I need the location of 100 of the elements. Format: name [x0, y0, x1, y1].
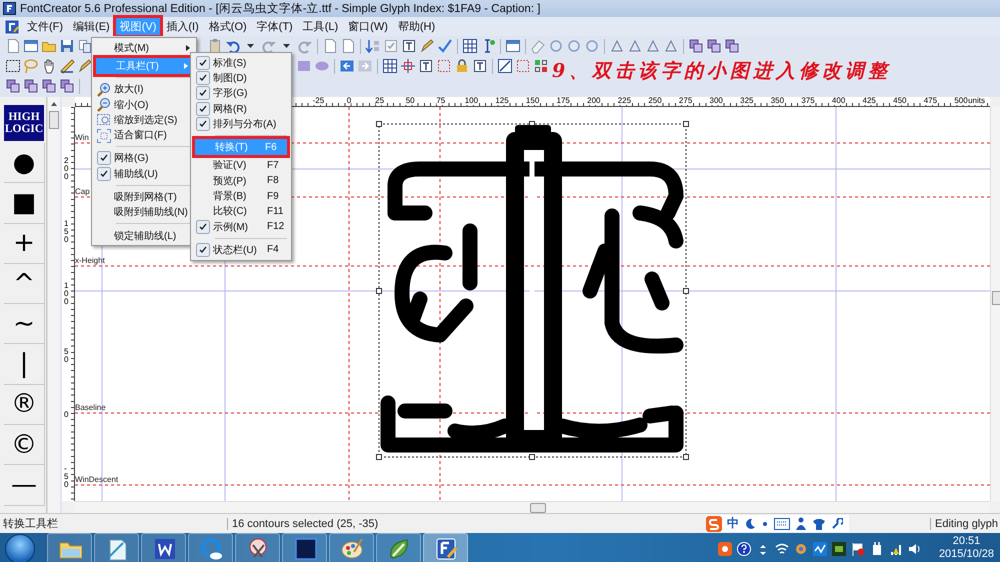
gear-icon[interactable]: [794, 542, 808, 556]
frame-icon[interactable]: [472, 58, 488, 74]
window-icon[interactable]: [23, 38, 39, 54]
menu-item[interactable]: 网格(G): [94, 150, 194, 166]
squares-icon[interactable]: [706, 38, 722, 54]
squares-icon[interactable]: [724, 38, 740, 54]
checkbox[interactable]: [96, 166, 110, 181]
frame-icon[interactable]: [418, 58, 434, 74]
squares-icon[interactable]: [59, 78, 75, 94]
palette-character[interactable]: ■: [4, 183, 45, 224]
scroll-thumb[interactable]: [49, 111, 60, 129]
clock[interactable]: 20:51 2015/10/28: [938, 535, 994, 561]
page-icon[interactable]: [322, 38, 338, 54]
ruler-icon[interactable]: [59, 58, 75, 74]
palette-character[interactable]: ®: [4, 384, 45, 426]
taskbar-button[interactable]: [235, 533, 280, 562]
scrollbar[interactable]: [75, 501, 990, 513]
menu-item[interactable]: 放大(I): [94, 82, 194, 97]
palette-character[interactable]: ●: [4, 143, 45, 184]
menu-item[interactable]: 吸附到网格(T): [94, 189, 194, 205]
menu-item[interactable]: 状态栏(U) F4: [193, 242, 289, 258]
checkbox[interactable]: [196, 220, 210, 234]
keyboard-icon[interactable]: [774, 518, 790, 530]
wrench-icon[interactable]: [831, 518, 843, 530]
palette-character[interactable]: ~: [4, 304, 45, 344]
scroll-thumb[interactable]: [992, 291, 1000, 305]
menu-item[interactable]: 制图(D): [193, 70, 289, 86]
card-icon[interactable]: [832, 542, 846, 556]
palette-character[interactable]: |: [4, 344, 45, 385]
pencil-icon[interactable]: [419, 38, 435, 54]
menu-item[interactable]: 标准(S): [193, 55, 289, 70]
menu-item[interactable]: 背景(B) F9: [193, 188, 289, 204]
grid-icon[interactable]: [382, 58, 398, 74]
grid-icon[interactable]: [462, 38, 478, 54]
triangle-icon[interactable]: [627, 38, 643, 54]
menu-item[interactable]: 锁定辅助线(L): [94, 228, 194, 244]
menu-item[interactable]: 比较(C) F11: [193, 204, 289, 219]
scroll-thumb[interactable]: [530, 503, 546, 513]
dot-icon[interactable]: [761, 520, 769, 528]
crosshair-icon[interactable]: [400, 58, 416, 74]
nodes-icon[interactable]: [533, 58, 549, 74]
menu-item[interactable]: 示例(M) F12: [193, 218, 289, 234]
menu-item[interactable]: 帮助(H): [394, 18, 440, 35]
chart-icon[interactable]: [813, 542, 827, 556]
menu-item[interactable]: 吸附到辅助线(N): [94, 204, 194, 220]
speaker-icon[interactable]: [908, 542, 922, 556]
checkbox[interactable]: [196, 116, 210, 131]
taskbar-button[interactable]: [423, 533, 468, 562]
taskbar-button[interactable]: [282, 533, 327, 562]
menu-item[interactable]: 适合窗口(F): [94, 127, 194, 143]
triangle-icon[interactable]: [645, 38, 661, 54]
menu-item[interactable]: 字体(T): [252, 18, 297, 35]
triangle-icon[interactable]: [609, 38, 625, 54]
mode-indicator[interactable]: 中: [727, 515, 739, 532]
squares-icon[interactable]: [688, 38, 704, 54]
checkbox[interactable]: [96, 151, 110, 166]
triangle-icon[interactable]: [663, 38, 679, 54]
menu-item[interactable]: 模式(M): [94, 40, 194, 56]
sort-icon[interactable]: [365, 38, 381, 54]
check-icon[interactable]: [437, 38, 453, 54]
pencil-icon[interactable]: [77, 58, 93, 74]
save-icon[interactable]: [59, 38, 75, 54]
menu-item[interactable]: 缩放到选定(S): [94, 112, 194, 128]
checkbox[interactable]: [196, 56, 210, 70]
taskbar-button[interactable]: [47, 533, 92, 562]
taskbar-button[interactable]: [94, 533, 139, 562]
squares-icon[interactable]: [41, 78, 57, 94]
checkbox[interactable]: [196, 102, 210, 116]
wifi-icon[interactable]: [775, 542, 789, 556]
checkbox[interactable]: [196, 242, 210, 257]
window-icon[interactable]: [505, 38, 521, 54]
lock-icon[interactable]: [454, 58, 470, 74]
menu-item[interactable]: 预览(P) F8: [193, 173, 289, 188]
palette-character[interactable]: ©: [4, 425, 45, 466]
menu-item[interactable]: 验证(V) F7: [193, 158, 289, 174]
plug-icon[interactable]: [870, 542, 884, 556]
menu-item[interactable]: 缩小(O): [94, 96, 194, 112]
clipboard-icon[interactable]: [207, 38, 223, 54]
menu-item[interactable]: 辅助线(U): [94, 166, 194, 182]
moon-icon[interactable]: [744, 518, 756, 530]
menu-item[interactable]: 文件(F): [23, 18, 68, 35]
menu-item[interactable]: 窗口(W): [344, 18, 392, 35]
squares-icon[interactable]: [23, 78, 39, 94]
palette-character[interactable]: +: [4, 224, 45, 264]
taskbar-button[interactable]: [329, 533, 374, 562]
shirt-icon[interactable]: [812, 518, 826, 530]
checkbox[interactable]: [196, 70, 210, 85]
taskbar-button[interactable]: [188, 533, 233, 562]
menu-item[interactable]: 格式(O): [204, 18, 251, 35]
scrollbar[interactable]: [990, 107, 1000, 501]
palette-character[interactable]: —: [4, 465, 45, 506]
selection-icon[interactable]: [5, 58, 21, 74]
menu-item[interactable]: 排列与分布(A): [193, 116, 289, 132]
flag-icon[interactable]: [851, 542, 865, 556]
checkbox[interactable]: [196, 86, 210, 100]
help-icon[interactable]: [737, 542, 751, 556]
menu-item[interactable]: 工具(L): [298, 18, 342, 35]
menu-item[interactable]: 字形(G): [193, 86, 289, 101]
checkbox-icon[interactable]: [383, 38, 399, 54]
pages-icon[interactable]: [77, 38, 93, 54]
